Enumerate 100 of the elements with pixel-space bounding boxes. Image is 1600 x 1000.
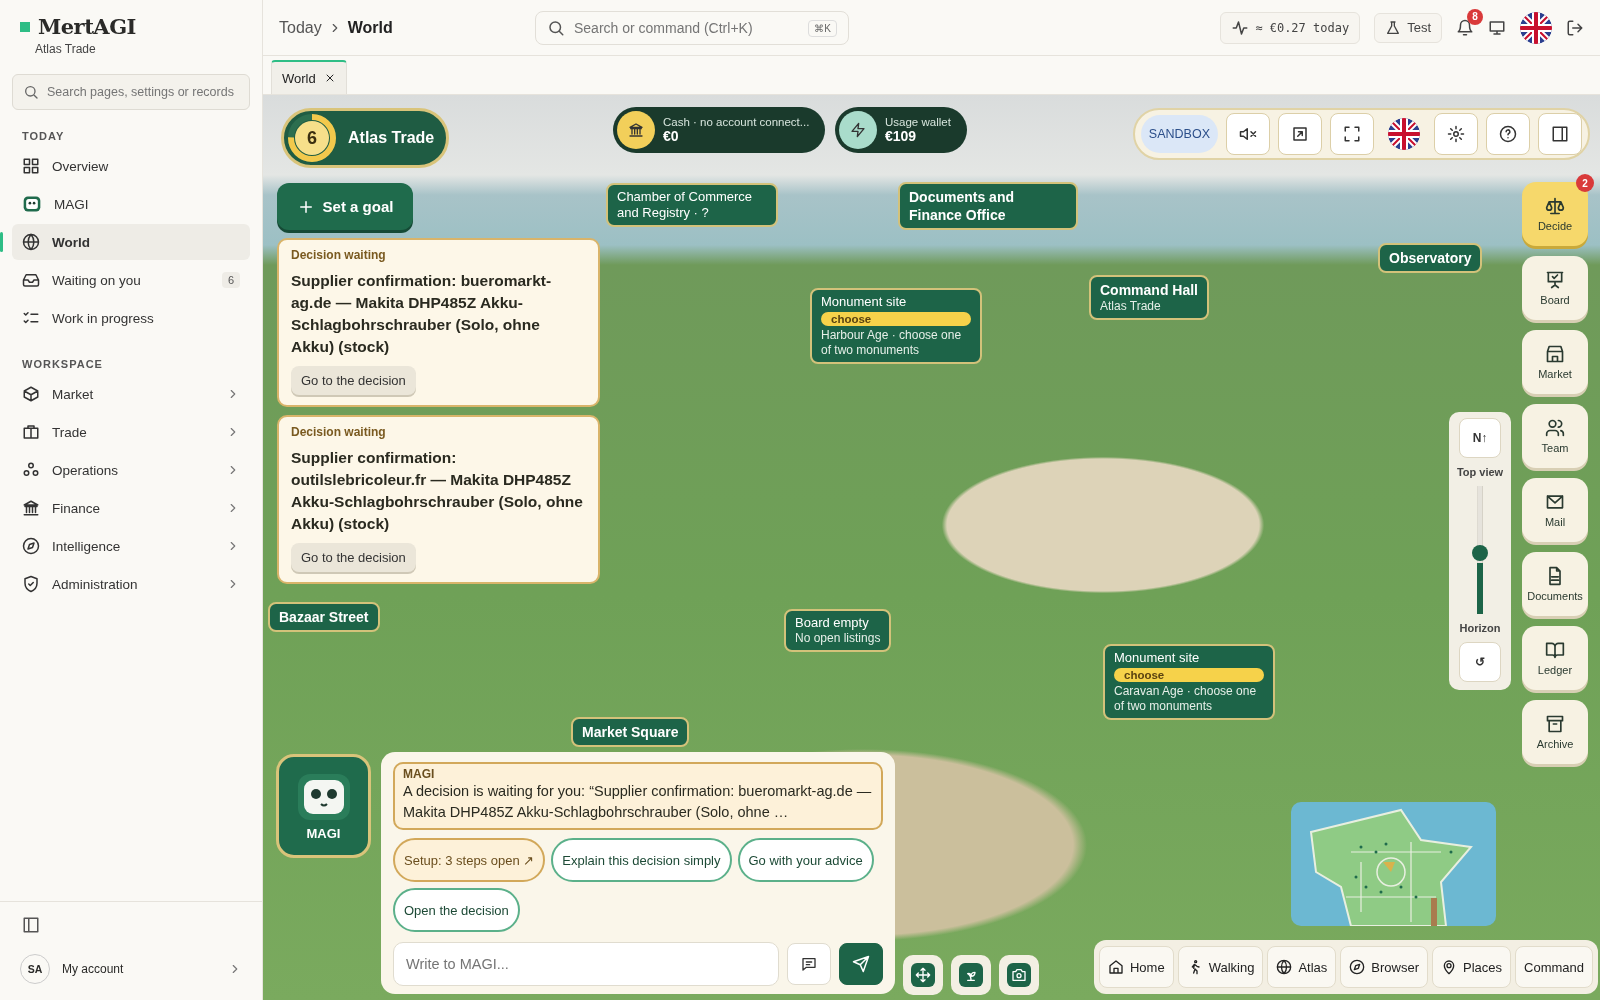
- dock-button[interactable]: Ledger: [1522, 626, 1588, 690]
- sidebar-item[interactable]: Work in progress: [12, 300, 250, 336]
- expand-button[interactable]: [1278, 113, 1322, 155]
- conversation-button[interactable]: [787, 943, 831, 985]
- count-badge: 6: [221, 272, 240, 288]
- gear-button[interactable]: [1434, 113, 1478, 155]
- fullscreen-button[interactable]: [1330, 113, 1374, 155]
- book-icon: [1545, 640, 1565, 660]
- notification-count: 8: [1467, 8, 1483, 25]
- nav-button[interactable]: Home: [1098, 946, 1174, 988]
- assistant-name: MAGI: [306, 825, 341, 841]
- place-subtitle: Atlas Trade: [1100, 299, 1162, 314]
- sidebar-item[interactable]: Overview: [12, 148, 250, 184]
- dock-button[interactable]: Archive: [1522, 700, 1588, 764]
- notifications-icon[interactable]: [1456, 18, 1474, 37]
- sprout-button[interactable]: [951, 955, 991, 995]
- dock-button[interactable]: Mail: [1522, 478, 1588, 542]
- move-button[interactable]: [903, 955, 943, 995]
- dock-button[interactable]: Team: [1522, 404, 1588, 468]
- camera-icon: [1007, 963, 1031, 987]
- nav-button[interactable]: Places: [1432, 946, 1512, 988]
- users-icon: [1545, 418, 1565, 438]
- set-goal-button[interactable]: Set a goal: [277, 183, 413, 230]
- place-label[interactable]: Board empty No open listings: [784, 609, 892, 652]
- mute-button[interactable]: [1226, 113, 1270, 155]
- assistant-avatar-button[interactable]: MAGI: [276, 754, 371, 858]
- dock-button[interactable]: Market: [1522, 330, 1588, 394]
- sidebar-item[interactable]: Finance: [12, 490, 250, 526]
- place-label[interactable]: Bazaar Street: [268, 602, 380, 632]
- wallet-pill[interactable]: Usage wallet €109: [835, 107, 967, 153]
- search-icon: [23, 84, 39, 100]
- nav-button[interactable]: Command: [1515, 946, 1593, 988]
- place-label[interactable]: Command Hall Atlas Trade: [1089, 275, 1209, 320]
- go-to-decision-button[interactable]: Go to the decision: [291, 543, 416, 572]
- wallet-amount: €0: [663, 128, 680, 144]
- place-label[interactable]: Market Square: [571, 717, 690, 747]
- choose-tag: choose: [1114, 668, 1264, 682]
- camera-label: Top view: [1456, 466, 1504, 478]
- place-label[interactable]: Chamber of Commerce and Registry · ?: [606, 183, 778, 227]
- wallet-label: Usage wallet: [885, 116, 951, 128]
- nav-button[interactable]: Atlas: [1267, 946, 1337, 988]
- suggestion-chip[interactable]: Setup: 3 steps open ↗: [393, 838, 546, 882]
- help-icon: [1499, 125, 1517, 143]
- decision-label: Decision waiting: [291, 248, 386, 262]
- account-button[interactable]: SA My account: [12, 950, 250, 988]
- test-button[interactable]: Test: [1374, 12, 1442, 43]
- place-title: Monument site: [821, 294, 908, 310]
- brand-name[interactable]: MertAGI: [38, 14, 136, 39]
- message-input[interactable]: Write to MAGI...: [393, 942, 779, 986]
- panelright-button[interactable]: [1538, 113, 1582, 155]
- place-label[interactable]: Observatory: [1378, 243, 1483, 273]
- wallet-pill[interactable]: Cash · no account connect... €0: [613, 107, 825, 153]
- place-label[interactable]: Monument site choose Caravan Age · choose one of two monuments: [1103, 644, 1275, 720]
- message-text: A decision is waiting for you: “Supplier confirmation: bueromarkt-ag.de — Makita DHP485Z Akku-Schlagbohrschrauber (Solo, ohne …: [403, 782, 873, 822]
- go-to-decision-button[interactable]: Go to the decision: [291, 366, 416, 395]
- place-subtitle: Caravan Age · choose one of two monuments: [1114, 684, 1258, 714]
- send-button[interactable]: [839, 943, 883, 985]
- dock-button[interactable]: Board: [1522, 256, 1588, 320]
- sidebar-item[interactable]: Market: [12, 376, 250, 412]
- slider-thumb[interactable]: [1472, 544, 1488, 561]
- sidebar-item[interactable]: Intelligence: [12, 528, 250, 564]
- help-button[interactable]: [1486, 113, 1530, 155]
- sidebar-item[interactable]: Trade: [12, 414, 250, 450]
- decision-title: Supplier confirmation: outilslebricoleur.fr — Makita DHP485Z Akku-Schlagbohrschrauber (Solo, ohne Akku) (stock): [291, 448, 584, 534]
- flag-icon[interactable]: [1520, 11, 1552, 44]
- camera-button[interactable]: [999, 955, 1039, 995]
- home-icon: [1107, 959, 1124, 975]
- flag-icon[interactable]: [1388, 118, 1420, 150]
- breadcrumb-item[interactable]: Today: [279, 18, 322, 37]
- sidebar-item[interactable]: Waiting on you 6: [12, 262, 250, 298]
- cost-indicator[interactable]: ≈ €0.27 today: [1220, 11, 1361, 44]
- suggestion-chip[interactable]: Open the decision: [393, 888, 520, 932]
- sidebar-item[interactable]: Administration: [12, 566, 250, 602]
- robot-face-icon: [22, 194, 42, 214]
- sidebar-search-field[interactable]: Search pages, settings or records: [12, 74, 250, 110]
- reset-view-button[interactable]: ↺: [1459, 642, 1501, 682]
- compass-icon: [22, 537, 40, 555]
- dock-button[interactable]: Documents: [1522, 552, 1588, 616]
- monitor-icon[interactable]: [1488, 18, 1506, 37]
- sandbox-mode-badge[interactable]: SANDBOX: [1140, 115, 1218, 153]
- pin-icon: [1441, 959, 1457, 975]
- player-badge[interactable]: 6 Atlas Trade: [281, 108, 449, 168]
- collapse-sidebar-icon[interactable]: [22, 916, 40, 934]
- sidebar-item[interactable]: MAGI: [12, 186, 250, 222]
- sprout-icon: [959, 963, 983, 987]
- chat-bubble-icon: [801, 956, 817, 972]
- nav-button[interactable]: Walking: [1177, 946, 1264, 988]
- wallet-label: Cash · no account connect...: [663, 116, 810, 128]
- store-icon: [1545, 344, 1565, 364]
- north-button[interactable]: N↑: [1459, 418, 1501, 458]
- place-label[interactable]: Monument site choose Harbour Age · choose one of two monuments: [810, 288, 982, 364]
- tab[interactable]: World: [271, 60, 347, 94]
- suggestion-chip[interactable]: Go with your advice: [737, 838, 874, 882]
- place-title: Observatory: [1389, 249, 1472, 267]
- suggestion-chip[interactable]: Explain this decision simply: [551, 838, 732, 882]
- sidebar-item[interactable]: Operations: [12, 452, 250, 488]
- logout-icon[interactable]: [1566, 18, 1584, 37]
- place-title: Command Hall: [1100, 281, 1198, 299]
- nav-button[interactable]: Browser: [1340, 946, 1428, 988]
- place-label[interactable]: Documents and Finance Office: [898, 182, 1078, 230]
